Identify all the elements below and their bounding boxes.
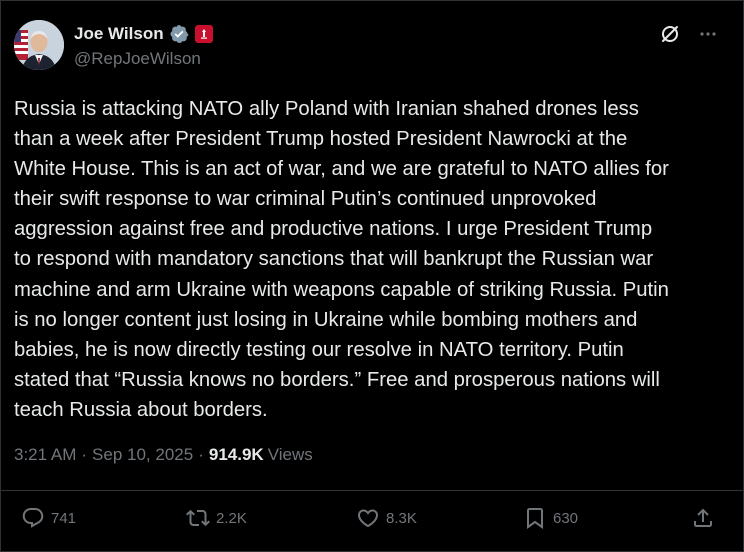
reply-button[interactable]: 741 (21, 506, 76, 530)
post-date[interactable]: Sep 10, 2025 (92, 445, 193, 465)
bookmark-button[interactable]: 630 (523, 506, 578, 530)
bookmark-count: 630 (553, 509, 579, 527)
top-actions (659, 23, 719, 45)
post-meta: 3:21 AM · Sep 10, 2025 · 914.9K Views (14, 445, 313, 465)
post-header: Joe Wilson @RepJoeWilson (14, 20, 213, 70)
author-handle[interactable]: @RepJoeWilson (74, 49, 213, 69)
reply-count: 741 (51, 509, 77, 527)
repost-button[interactable]: 2.2K (186, 506, 247, 530)
grok-icon[interactable] (659, 23, 681, 45)
repost-count: 2.2K (216, 509, 247, 527)
avatar[interactable] (14, 20, 64, 70)
action-bar: 741 2.2K 8.3K 630 (1, 506, 743, 536)
more-icon[interactable] (697, 23, 719, 45)
divider (1, 490, 743, 491)
share-icon (694, 508, 712, 527)
like-icon (357, 509, 379, 528)
bookmark-icon (527, 508, 543, 529)
post-card: Joe Wilson @RepJoeWilson Russia is attac… (0, 0, 744, 552)
reply-icon (22, 508, 44, 528)
like-count: 8.3K (386, 509, 417, 527)
views-label: Views (267, 445, 313, 464)
post-time[interactable]: 3:21 AM (14, 445, 76, 465)
views-count: 914.9K (208, 445, 264, 464)
author-display-name[interactable]: Joe Wilson (74, 24, 164, 44)
verified-badge-icon[interactable] (169, 24, 189, 44)
repost-icon (186, 509, 210, 527)
post-text: Russia is attacking NATO ally Poland wit… (14, 98, 669, 421)
meta-separator: · (81, 445, 88, 464)
share-button[interactable] (691, 506, 715, 530)
author-info: Joe Wilson @RepJoeWilson (74, 23, 213, 69)
meta-separator: · (198, 445, 204, 464)
government-badge-icon[interactable] (194, 25, 213, 43)
like-button[interactable]: 8.3K (356, 506, 417, 530)
